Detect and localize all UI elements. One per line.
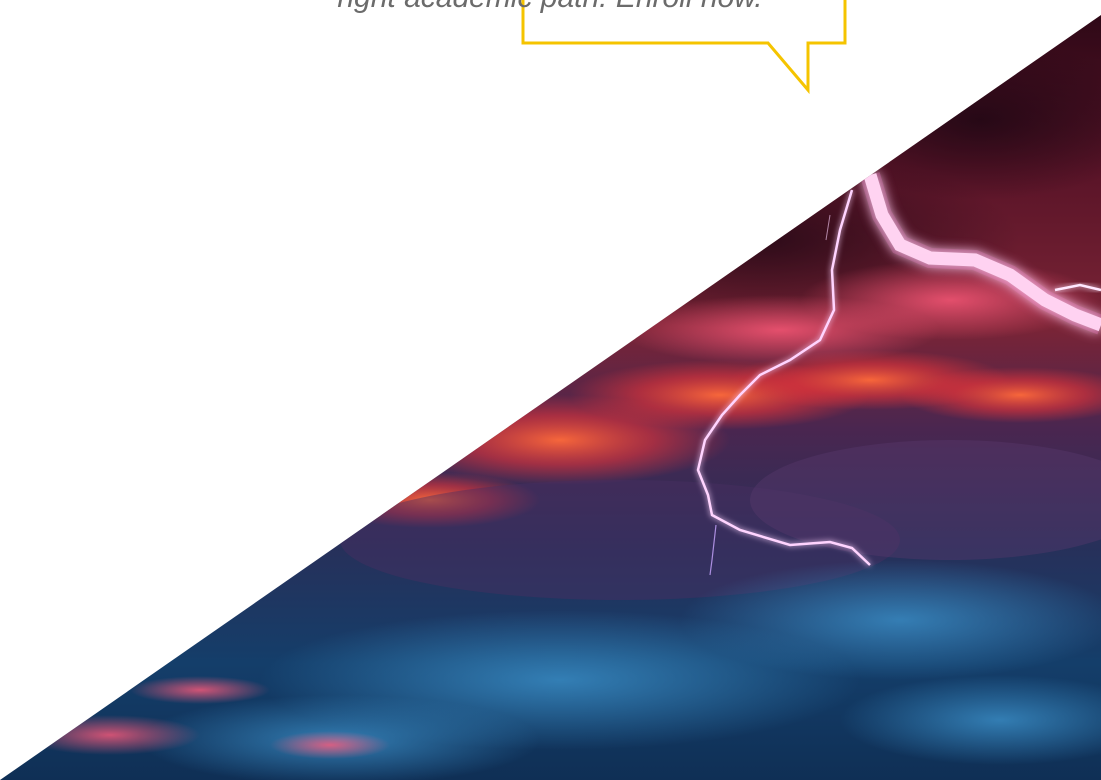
storm-lightning-image (0, 15, 1101, 780)
callout-text: right academic path. Enroll now. (250, 0, 850, 16)
page: right academic path. Enroll now. (0, 0, 1101, 780)
